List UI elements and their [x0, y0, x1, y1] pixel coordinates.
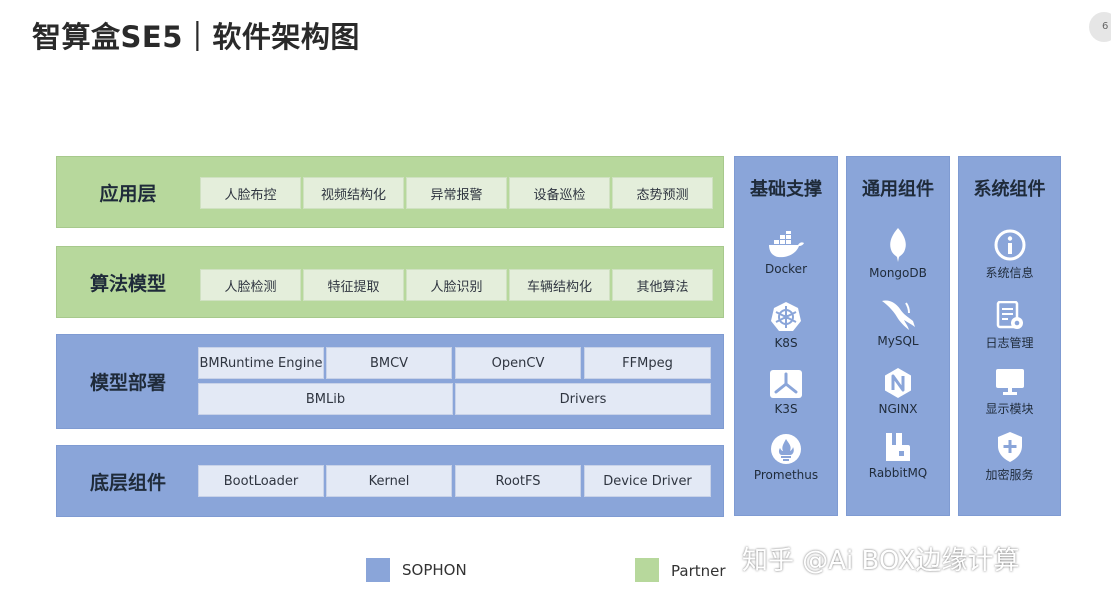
algorithm-item: 特征提取 — [303, 269, 404, 301]
algorithm-item: 人脸识别 — [406, 269, 507, 301]
common-column-title: 通用组件 — [862, 179, 934, 200]
deployment-item: BMRuntime Engine — [198, 347, 324, 379]
algorithm-layer-label: 算法模型 — [89, 272, 166, 295]
legend-label-partner: Partner — [671, 562, 726, 580]
legend-swatch-partner — [635, 558, 659, 582]
watermark-text: 知乎 @Ai BOX边缘计算 — [742, 546, 1020, 576]
system-item: 加密服务 — [959, 431, 1060, 483]
common-item-label: MongoDB — [869, 266, 927, 280]
infra-column: 基础支撑 Docker K8S K3S Promethus — [734, 156, 838, 516]
algorithm-layer: 算法模型 人脸检测 特征提取 人脸识别 车辆结构化 其他算法 — [56, 246, 724, 318]
common-item: MySQL — [847, 297, 949, 348]
application-item: 态势预测 — [612, 177, 713, 209]
application-item: 设备巡检 — [509, 177, 610, 209]
application-item: 异常报警 — [406, 177, 507, 209]
system-column: 系统组件 系统信息 日志管理 显示模块 加密服务 — [958, 156, 1061, 516]
system-item-label: 日志管理 — [985, 336, 1034, 350]
application-layer: 应用层 人脸布控 视频结构化 异常报警 设备巡检 态势预测 — [56, 156, 724, 228]
infra-column-title: 基础支撑 — [750, 179, 822, 200]
base-item: RootFS — [455, 465, 581, 497]
infra-item-label: K3S — [774, 402, 798, 416]
system-item: 日志管理 — [959, 301, 1060, 351]
common-item: MongoDB — [847, 227, 949, 280]
rabbitmq-icon — [886, 433, 910, 461]
mongodb-icon — [890, 228, 906, 262]
deployment-item: OpenCV — [455, 347, 581, 379]
legend-label-sophon: SOPHON — [402, 561, 467, 579]
deployment-layer: 模型部署 BMRuntime Engine BMCV OpenCV FFMpeg… — [56, 334, 724, 429]
application-item: 视频结构化 — [303, 177, 404, 209]
base-item: BootLoader — [198, 465, 324, 497]
infra-item: Docker — [735, 231, 837, 276]
base-layer: 底层组件 BootLoader Kernel RootFS Device Dri… — [56, 445, 724, 517]
shield-plus-icon — [997, 432, 1022, 462]
mysql-icon — [882, 300, 915, 330]
system-item: 显示模块 — [959, 367, 1060, 417]
infra-item: Promethus — [735, 433, 837, 482]
algorithm-item: 其他算法 — [612, 269, 713, 301]
system-item-label: 系统信息 — [985, 266, 1034, 280]
kubernetes-icon — [771, 302, 801, 331]
monitor-icon — [995, 369, 1024, 395]
common-item: RabbitMQ — [847, 431, 949, 480]
legend-swatch-sophon — [366, 558, 390, 582]
infra-item: K3S — [735, 369, 837, 416]
page-title: 智算盒SE5｜软件架构图 — [32, 20, 360, 54]
deployment-item: BMLib — [198, 383, 453, 415]
common-item-label: MySQL — [877, 334, 919, 348]
algorithm-item: 人脸检测 — [200, 269, 301, 301]
application-item: 人脸布控 — [200, 177, 301, 209]
infra-item-label: Docker — [764, 262, 808, 276]
infra-item-label: K8S — [774, 336, 798, 350]
common-item-label: RabbitMQ — [868, 466, 928, 480]
deployment-item: Drivers — [455, 383, 711, 415]
system-item-label: 加密服务 — [985, 468, 1034, 482]
nginx-icon — [885, 368, 911, 398]
prometheus-icon — [771, 434, 801, 464]
deployment-item: FFMpeg — [584, 347, 711, 379]
k3s-icon — [770, 370, 802, 398]
info-icon — [994, 229, 1025, 261]
system-column-title: 系统组件 — [973, 179, 1046, 200]
common-item: NGINX — [847, 367, 949, 416]
docker-icon — [769, 231, 804, 258]
infra-item: K8S — [735, 301, 837, 350]
common-column: 通用组件 MongoDB MySQL NGINX RabbitMQ — [846, 156, 950, 516]
system-item-label: 显示模块 — [985, 402, 1034, 416]
base-item: Kernel — [326, 465, 452, 497]
deployment-layer-label: 模型部署 — [89, 372, 166, 394]
base-item: Device Driver — [584, 465, 711, 497]
system-item: 系统信息 — [959, 229, 1060, 281]
algorithm-item: 车辆结构化 — [509, 269, 610, 301]
slide: 智算盒SE5｜软件架构图 6 应用层 人脸布控 视频结构化 异常报警 设备巡检 … — [0, 0, 1111, 605]
log-settings-icon — [996, 301, 1023, 329]
deployment-item: BMCV — [326, 347, 452, 379]
page-number: 6 — [1089, 12, 1111, 42]
base-layer-label: 底层组件 — [89, 471, 166, 494]
common-item-label: NGINX — [878, 402, 918, 416]
infra-item-label: Promethus — [753, 468, 819, 482]
application-layer-label: 应用层 — [99, 182, 157, 205]
